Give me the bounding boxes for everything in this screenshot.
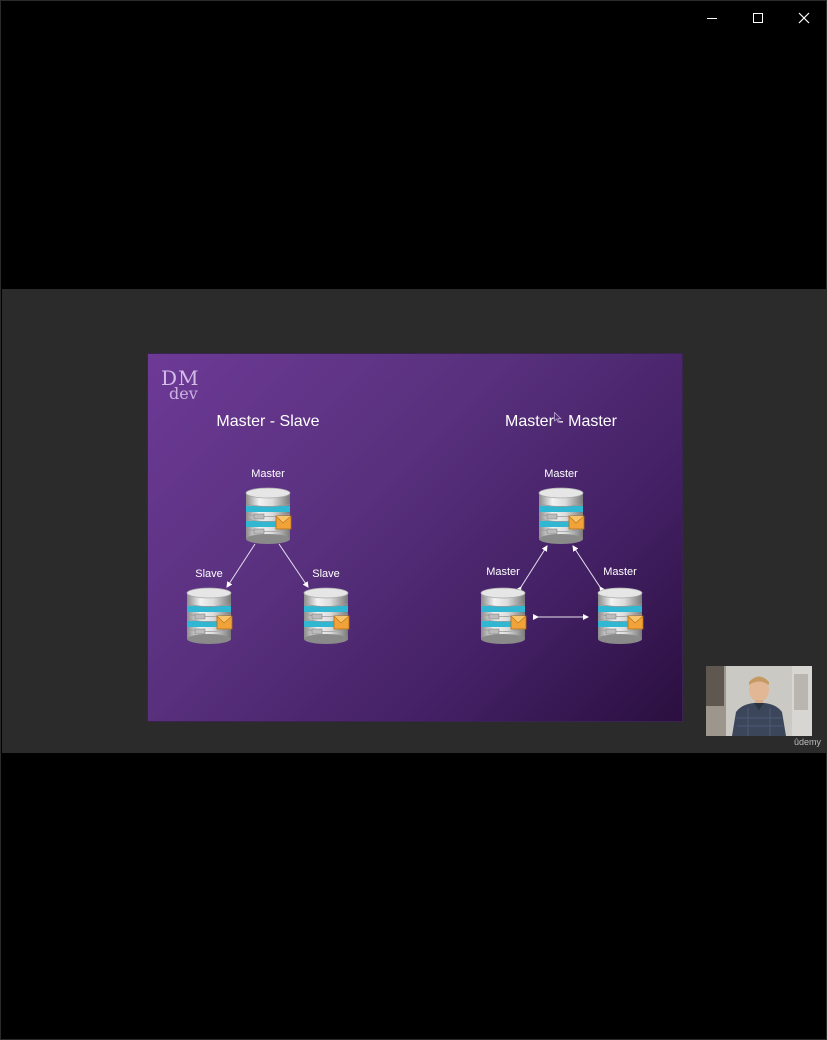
udemy-watermark: ûdemy [794,737,822,747]
left-top-master-label: Master [251,468,285,480]
maximize-icon [753,13,763,23]
left-slave-2-label: Slave [312,568,340,580]
close-button[interactable] [781,1,827,35]
database-server-icon [596,587,644,645]
close-icon [798,12,810,24]
logo-line-2: dev [169,384,198,403]
database-server-icon [479,587,527,645]
left-slave-1-label: Slave [195,568,223,580]
database-server-icon [244,487,292,545]
database-server-icon [302,587,350,645]
arrow-master-to-right-slave [278,543,309,588]
arrow-right-to-top-master [572,545,606,593]
database-server-icon [185,587,233,645]
instructor-webcam [706,666,812,736]
instructor-video-icon [706,666,812,736]
minimize-button[interactable] [689,1,735,35]
arrow-master-to-left-slave [226,543,256,588]
right-master-left-label: Master [486,566,520,578]
right-top-master-label: Master [544,468,578,480]
video-player[interactable]: DM dev Master - Slave Master - Master Ma… [2,289,827,753]
master-slave-title: Master - Slave [216,413,320,430]
arrow-left-to-top-master [515,545,548,593]
database-server-icon [537,487,585,545]
maximize-button[interactable] [735,1,781,35]
minimize-icon [707,18,717,19]
right-master-right-label: Master [603,566,637,578]
lecture-slide: DM dev Master - Slave Master - Master Ma… [148,354,682,721]
app-window: DM dev Master - Slave Master - Master Ma… [0,0,827,1040]
replication-arrows [226,543,606,620]
dmdev-logo: DM dev [161,368,200,402]
mouse-cursor-icon [554,412,562,423]
